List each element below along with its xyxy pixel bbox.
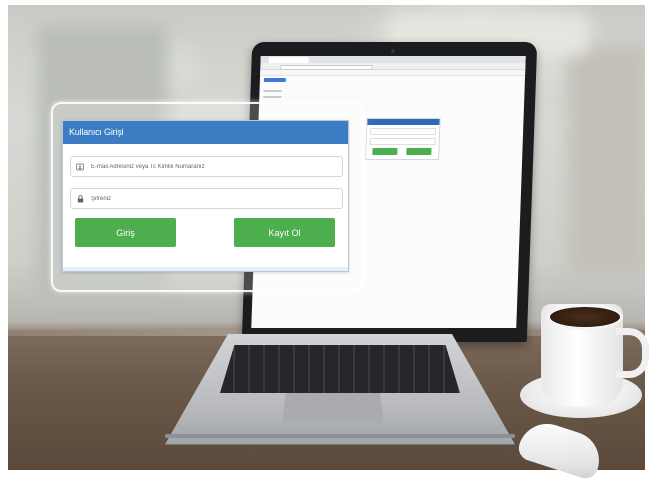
login-button[interactable]: Giriş: [75, 218, 176, 247]
background-wall-blur: [568, 45, 645, 275]
laptop-keyboard: [220, 345, 460, 393]
screen-password-field: [369, 138, 436, 145]
email-field[interactable]: [70, 156, 343, 177]
screen-login-panel-header: [367, 119, 440, 125]
webcam-icon: [390, 49, 395, 53]
user-card-icon: [73, 157, 87, 176]
screen-register-button: [406, 148, 432, 155]
screen-email-field: [369, 128, 437, 135]
browser-bookmarks-bar: [260, 70, 526, 76]
site-sidebar-line: [263, 90, 282, 92]
screen-login-button: [372, 148, 398, 155]
browser-address-bar: [260, 63, 526, 70]
screen-login-panel-miniature: [365, 118, 441, 160]
password-field[interactable]: [70, 188, 343, 209]
login-panel-title: Kullanıcı Girişi: [63, 121, 348, 144]
laptop-trackpad: [282, 393, 384, 423]
lock-icon: [73, 189, 87, 208]
login-panel: Kullanıcı Girişi Giriş Kayıt Ol: [62, 120, 349, 272]
coffee-surface: [547, 304, 623, 330]
browser-tab-bar: [260, 56, 526, 63]
site-logo: [263, 78, 286, 82]
password-input[interactable]: [87, 195, 336, 202]
login-panel-footer: [63, 267, 348, 271]
register-button[interactable]: Kayıt Ol: [234, 218, 335, 247]
email-input[interactable]: [87, 163, 336, 170]
site-sidebar-line: [263, 96, 282, 98]
cup-handle: [616, 328, 649, 378]
laptop-front-edge: [165, 434, 515, 438]
